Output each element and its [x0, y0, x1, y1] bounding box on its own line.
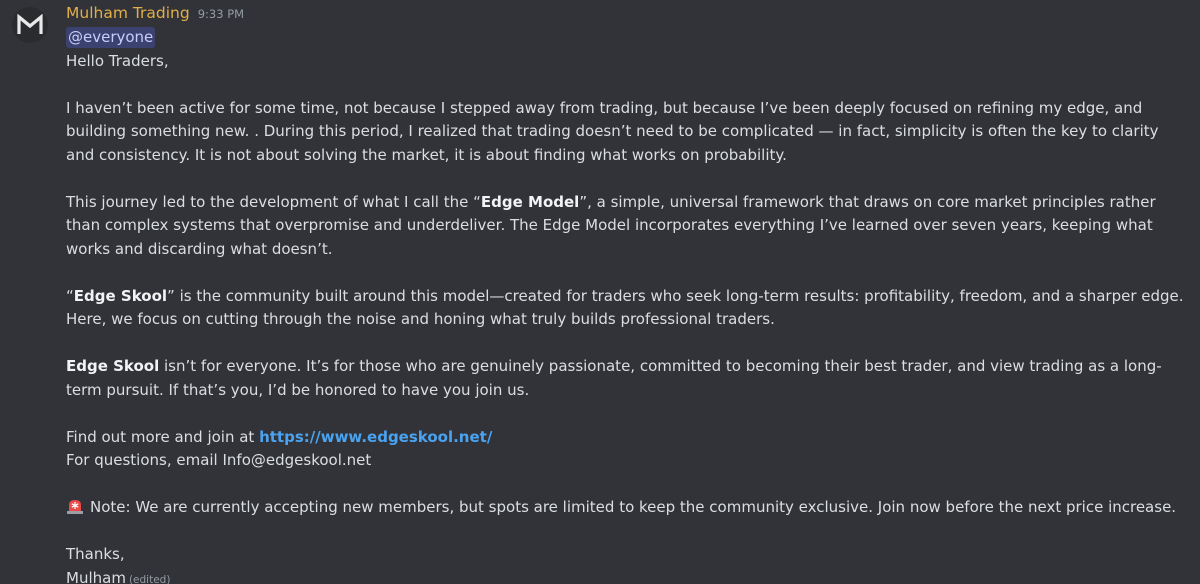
timestamp: 9:33 PM: [197, 7, 245, 21]
find-out-more-line: Find out more and join at https://www.ed…: [66, 427, 493, 446]
questions-line: For questions, email Info@edgeskool.net: [66, 451, 372, 469]
paragraph-1: I haven’t been active for some time, not…: [66, 98, 1159, 164]
paragraph-3: “Edge Skool” is the community built arou…: [66, 286, 1184, 329]
edge-skool-text: Edge Skool: [66, 357, 160, 375]
thanks-line: Thanks,: [66, 545, 125, 563]
author-name[interactable]: Mulham Trading: [66, 2, 190, 26]
note-line: Note: We are currently accepting new mem…: [66, 496, 1188, 520]
paragraph-4: Edge Skool isn’t for everyone. It’s for …: [66, 357, 1162, 399]
paragraph-2: This journey led to the development of w…: [66, 192, 1156, 258]
signature-line: Mulham (edited): [66, 568, 171, 584]
greeting: Hello Traders,: [66, 51, 169, 70]
avatar[interactable]: [12, 7, 48, 43]
mention-line: @everyone: [66, 26, 1188, 50]
edge-skool-text: Edge Skool: [73, 286, 168, 305]
website-link[interactable]: https://www.edgeskool.net/: [259, 428, 492, 446]
m-logo-icon: [17, 14, 43, 34]
chat-message: Mulham Trading 9:33 PM @everyone Hello T…: [0, 0, 1200, 584]
edited-label: (edited): [128, 573, 171, 584]
message-header: Mulham Trading 9:33 PM: [66, 2, 1188, 26]
everyone-mention[interactable]: @everyone: [66, 27, 156, 48]
edge-model-text: Edge Model: [480, 192, 580, 211]
message-content: Mulham Trading 9:33 PM @everyone Hello T…: [66, 2, 1188, 584]
siren-icon: [66, 497, 84, 515]
